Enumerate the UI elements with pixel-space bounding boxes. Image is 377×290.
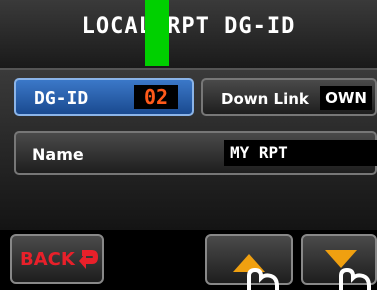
green-marker xyxy=(145,0,169,66)
down-button[interactable] xyxy=(301,234,377,290)
hand-pointer-icon xyxy=(247,267,279,290)
downlink-button[interactable]: Down Link OWN xyxy=(201,78,377,116)
dgid-label: DG-ID xyxy=(34,88,89,109)
back-arrow-icon xyxy=(79,250,98,269)
name-row[interactable]: Name MY RPT xyxy=(14,131,377,175)
dgid-button[interactable]: DG-ID 02 xyxy=(14,78,194,116)
screen-title: LOCAL RPT DG-ID xyxy=(81,14,296,39)
hand-pointer-icon xyxy=(339,267,371,290)
dgid-value: 02 xyxy=(134,85,178,109)
back-button[interactable]: BACK xyxy=(10,234,104,284)
screen-header: LOCAL RPT DG-ID xyxy=(0,0,377,70)
back-label: BACK xyxy=(20,249,75,270)
downlink-value: OWN xyxy=(320,86,372,110)
name-label: Name xyxy=(32,145,84,164)
name-value: MY RPT xyxy=(224,140,377,166)
up-button[interactable] xyxy=(205,234,293,290)
downlink-label: Down Link xyxy=(221,90,309,108)
